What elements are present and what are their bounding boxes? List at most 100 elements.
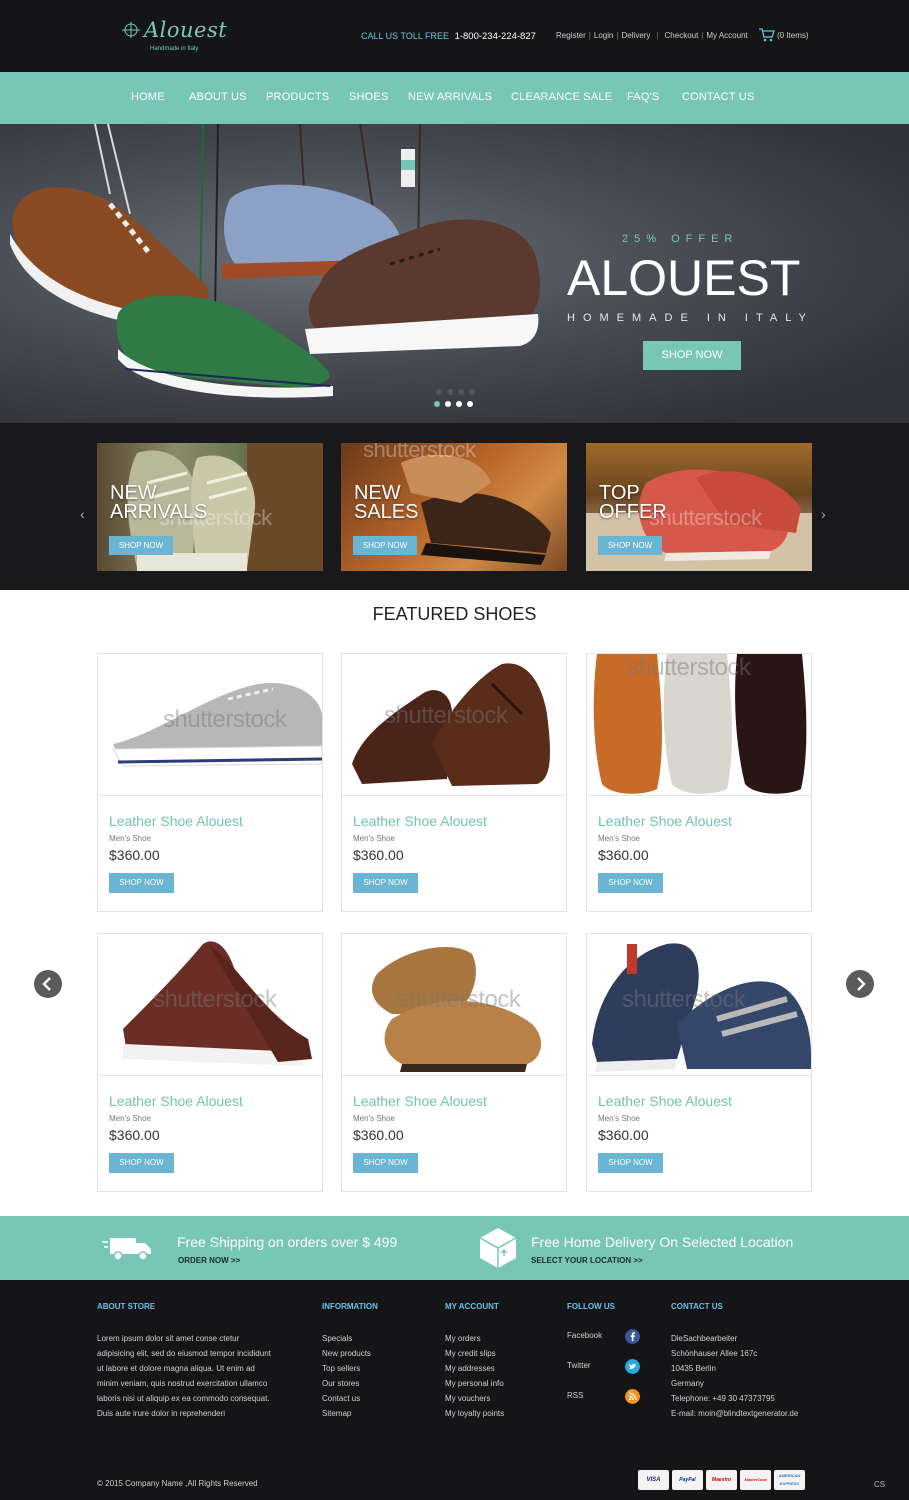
- promo-shop-now-button[interactable]: SHOP NOW: [109, 536, 173, 555]
- promo-shop-now-button[interactable]: SHOP NOW: [598, 536, 662, 555]
- shipping-band: Free Shipping on orders over $ 499 ORDER…: [0, 1216, 909, 1280]
- delivery-link[interactable]: Delivery: [622, 31, 651, 40]
- nav-shoes[interactable]: SHOES: [349, 91, 389, 103]
- promo-next-arrow-icon[interactable]: ›: [821, 506, 826, 522]
- nav-home[interactable]: HOME: [131, 91, 165, 103]
- slider-dot-1[interactable]: [434, 401, 440, 407]
- slider-dot-3[interactable]: [456, 401, 462, 407]
- login-link[interactable]: Login: [594, 31, 614, 40]
- product-category: Men's Shoe: [109, 834, 151, 843]
- top-bar: Alouest Handmade in Italy CALL US TOLL F…: [0, 0, 909, 72]
- contact-email[interactable]: E-mail: moin@blindtextgenerator.de: [671, 1406, 798, 1421]
- footer-link-top-sellers[interactable]: Top sellers: [322, 1361, 371, 1376]
- product-image: shutterstock: [98, 934, 322, 1076]
- watermark: shutterstock: [153, 986, 277, 1013]
- slider-dot-2[interactable]: [445, 401, 451, 407]
- product-name[interactable]: Leather Shoe Alouest: [109, 813, 243, 829]
- product-image: shutterstock: [587, 654, 811, 796]
- american-express-icon: AMERICAN EXPRESS: [774, 1470, 805, 1490]
- promo-title: TOP OFFER: [599, 482, 667, 523]
- main-nav: HOME ABOUT US PRODUCTS SHOES NEW ARRIVAL…: [0, 72, 909, 124]
- my-account-link[interactable]: My Account: [706, 31, 747, 40]
- follow-us-heading: FOLLOW US: [567, 1302, 615, 1311]
- watermark: shutterstock: [622, 986, 746, 1013]
- cart[interactable]: (0 Items): [759, 28, 809, 42]
- checkout-link[interactable]: Checkout: [665, 31, 699, 40]
- nav-new-arrivals[interactable]: NEW ARRIVALS: [408, 91, 492, 103]
- promo-strip: ‹ › shutterstock NEW ARRIVALS SHOP NOW s…: [0, 423, 909, 590]
- watermark: shutterstock: [397, 986, 521, 1013]
- product-card[interactable]: shutterstock Leather Shoe Alouest Men's …: [341, 933, 567, 1192]
- product-card[interactable]: shutterstock Leather Shoe Alouest Men's …: [586, 653, 812, 912]
- my-account-links: My orders My credit slips My addresses M…: [445, 1331, 504, 1421]
- footer-link-my-orders[interactable]: My orders: [445, 1331, 504, 1346]
- watermark: shutterstock: [363, 443, 476, 462]
- slider-dot-4[interactable]: [467, 401, 473, 407]
- product-price: $360.00: [353, 847, 404, 863]
- divider: |: [588, 31, 591, 40]
- promo-card-new-sales[interactable]: shutterstock NEW SALES SHOP NOW: [341, 443, 567, 571]
- footer-link-sitemap[interactable]: Sitemap: [322, 1406, 371, 1421]
- product-name[interactable]: Leather Shoe Alouest: [598, 813, 732, 829]
- product-card[interactable]: shutterstock Leather Shoe Alouest Men's …: [341, 653, 567, 912]
- chevron-left-icon: [42, 977, 51, 991]
- products-prev-button[interactable]: [34, 970, 62, 998]
- order-now-link[interactable]: ORDER NOW >>: [178, 1256, 240, 1265]
- footer-link-my-vouchers[interactable]: My vouchers: [445, 1391, 504, 1406]
- product-shop-now-button[interactable]: SHOP NOW: [353, 1153, 418, 1173]
- contact-street: Schönhauser Allee 167c: [671, 1349, 758, 1358]
- product-price: $360.00: [598, 847, 649, 863]
- logo[interactable]: Alouest Handmade in Italy: [120, 18, 230, 58]
- nav-products[interactable]: PRODUCTS: [266, 91, 329, 103]
- free-shipping-text: Free Shipping on orders over $ 499: [177, 1234, 398, 1250]
- corner-label: CS: [874, 1480, 886, 1489]
- product-name[interactable]: Leather Shoe Alouest: [353, 1093, 487, 1109]
- product-card[interactable]: shutterstock Leather Shoe Alouest Men's …: [97, 933, 323, 1192]
- copyright: © 2015 Company Name ,All Rights Reserved: [97, 1479, 258, 1488]
- rss-icon: [625, 1389, 640, 1404]
- product-name[interactable]: Leather Shoe Alouest: [598, 1093, 732, 1109]
- product-shop-now-button[interactable]: SHOP NOW: [598, 873, 663, 893]
- nav-clearance-sale[interactable]: CLEARANCE SALE: [511, 91, 612, 103]
- product-name[interactable]: Leather Shoe Alouest: [353, 813, 487, 829]
- rss-link[interactable]: RSS: [567, 1389, 647, 1407]
- product-shop-now-button[interactable]: SHOP NOW: [109, 873, 174, 893]
- about-store-text: Lorem ipsum dolor sit amet conse ctetur …: [97, 1334, 271, 1418]
- watermark: shutterstock: [163, 706, 287, 733]
- promo-card-top-offer[interactable]: shutterstock TOP OFFER SHOP NOW: [586, 443, 812, 571]
- product-price: $360.00: [109, 847, 160, 863]
- promo-card-new-arrivals[interactable]: shutterstock NEW ARRIVALS SHOP NOW: [97, 443, 323, 571]
- nav-faqs[interactable]: FAQ'S: [627, 91, 659, 103]
- product-shop-now-button[interactable]: SHOP NOW: [598, 1153, 663, 1173]
- select-location-link[interactable]: SELECT YOUR LOCATION >>: [531, 1256, 643, 1265]
- product-shop-now-button[interactable]: SHOP NOW: [353, 873, 418, 893]
- logo-text: Alouest: [144, 18, 228, 42]
- product-image: shutterstock: [342, 934, 566, 1076]
- footer-link-my-loyalty-points[interactable]: My loyalty points: [445, 1406, 504, 1421]
- product-name[interactable]: Leather Shoe Alouest: [109, 1093, 243, 1109]
- promo-prev-arrow-icon[interactable]: ‹: [80, 506, 85, 522]
- footer-link-my-credit-slips[interactable]: My credit slips: [445, 1346, 504, 1361]
- products-next-button[interactable]: [846, 970, 874, 998]
- payment-methods: VISA PayPal Maestro MasterCard AMERICAN …: [638, 1470, 805, 1490]
- nav-about-us[interactable]: ABOUT US: [189, 91, 247, 103]
- footer-link-my-personal-info[interactable]: My personal info: [445, 1376, 504, 1391]
- product-shop-now-button[interactable]: SHOP NOW: [109, 1153, 174, 1173]
- footer-link-our-stores[interactable]: Our stores: [322, 1376, 371, 1391]
- promo-shop-now-button[interactable]: SHOP NOW: [353, 536, 417, 555]
- footer-link-contact-us[interactable]: Contact us: [322, 1391, 371, 1406]
- footer-link-specials[interactable]: Specials: [322, 1331, 371, 1346]
- chevron-right-icon: [857, 977, 866, 991]
- nav-contact-us[interactable]: CONTACT US: [682, 91, 755, 103]
- facebook-link[interactable]: Facebook: [567, 1329, 647, 1347]
- register-link[interactable]: Register: [556, 31, 586, 40]
- twitter-link[interactable]: Twitter: [567, 1359, 647, 1377]
- product-card[interactable]: shutterstock Leather Shoe Alouest Men's …: [586, 933, 812, 1192]
- footer-link-my-addresses[interactable]: My addresses: [445, 1361, 504, 1376]
- footer-link-new-products[interactable]: New products: [322, 1346, 371, 1361]
- product-card[interactable]: shutterstock Leather Shoe Alouest Men's …: [97, 653, 323, 912]
- divider: |: [656, 31, 659, 40]
- hero-shop-now-button[interactable]: SHOP NOW: [643, 341, 741, 370]
- phone-number[interactable]: 1-800-234-224-827: [455, 31, 536, 42]
- twitter-label: Twitter: [567, 1361, 591, 1370]
